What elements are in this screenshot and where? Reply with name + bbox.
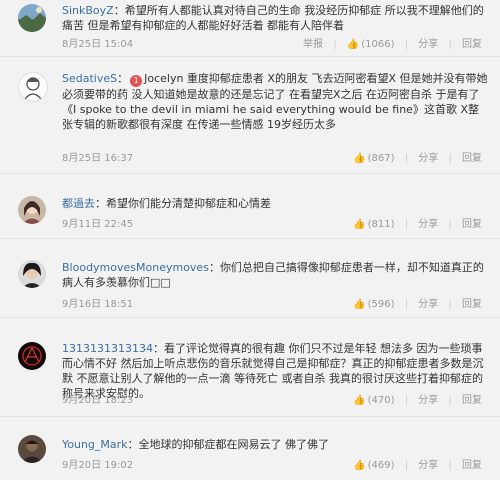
- username-link[interactable]: SinkBoyZ: [62, 4, 114, 17]
- comment-list: SinkBoyZ：希望所有人都能认真对待自己的生命 我没经历抑郁症 所以我不理解…: [0, 0, 500, 480]
- like-count: (470): [367, 395, 395, 406]
- colon: ：: [152, 342, 164, 355]
- thumbs-up-icon: 👍: [353, 460, 366, 471]
- username-link[interactable]: BloodymovesMoneymoves: [62, 261, 209, 274]
- comment-text: 1313131313134：看了评论觉得真的很有趣 你们只不过是年轻 想法多 因…: [62, 341, 488, 401]
- reply-button[interactable]: 回复: [462, 298, 482, 312]
- divider: |: [404, 39, 409, 50]
- comment-meta: 9月20日 19:02 👍 (469) | 分享 | 回复: [62, 459, 488, 473]
- like-button[interactable]: 👍 (1066): [347, 38, 395, 52]
- thumbs-up-icon: 👍: [353, 153, 366, 164]
- share-button[interactable]: 分享: [418, 459, 438, 473]
- divider: |: [448, 460, 452, 471]
- like-count: (469): [367, 460, 395, 471]
- username-link[interactable]: SedativeS: [62, 72, 117, 85]
- like-button[interactable]: 👍 (469): [353, 459, 394, 473]
- like-count: (811): [367, 219, 395, 230]
- avatar[interactable]: [18, 435, 46, 463]
- divider: |: [333, 39, 337, 50]
- like-count: (1066): [361, 39, 395, 50]
- colon: ：: [208, 261, 220, 274]
- comment-date: 9月20日 18:23: [62, 395, 134, 406]
- share-button[interactable]: 分享: [418, 38, 438, 52]
- avatar[interactable]: [18, 4, 46, 32]
- username-link[interactable]: Young_Mark: [62, 438, 128, 451]
- like-button[interactable]: 👍 (811): [353, 218, 394, 232]
- thumbs-up-icon: 👍: [353, 299, 366, 310]
- divider: |: [448, 219, 452, 230]
- avatar[interactable]: [18, 72, 48, 102]
- like-button[interactable]: 👍 (596): [353, 298, 394, 312]
- notification-badge: 1: [130, 75, 143, 87]
- comment-body: 希望所有人都能认真对待自己的生命 我没经历抑郁症 所以我不理解他们的痛苦 但是希…: [62, 4, 484, 32]
- comment-text: 都過去：希望你们能分清楚抑郁症和心情差: [62, 196, 488, 211]
- comment-meta: 8月25日 15:04 举报 | 👍 (1066) | 分享 | 回复: [62, 38, 488, 52]
- comment-meta: 9月16日 18:51 👍 (596) | 分享 | 回复: [62, 298, 488, 312]
- comment-item: SinkBoyZ：希望所有人都能认真对待自己的生命 我没经历抑郁症 所以我不理解…: [0, 0, 500, 57]
- avatar[interactable]: [18, 342, 46, 370]
- comment-meta: 9月20日 18:23 👍 (470) | 分享 | 回复: [62, 394, 488, 408]
- comment-date: 9月11日 22:45: [62, 219, 134, 230]
- comment-meta: 9月11日 22:45 👍 (811) | 分享 | 回复: [62, 218, 488, 232]
- reply-button[interactable]: 回复: [462, 459, 482, 473]
- comment-item: SedativeS： 1 Jocelyn 重度抑郁症患者 X的朋友 飞去迈阿密看望X…: [0, 56, 500, 174]
- like-button[interactable]: 👍 (867): [353, 152, 394, 166]
- share-button[interactable]: 分享: [418, 394, 438, 408]
- like-button[interactable]: 👍 (470): [353, 394, 394, 408]
- colon: ：: [113, 4, 125, 17]
- comment-date: 8月25日 15:04: [62, 39, 134, 50]
- comment-text: SinkBoyZ：希望所有人都能认真对待自己的生命 我没经历抑郁症 所以我不理解…: [62, 3, 488, 33]
- comment-body: 希望你们能分清楚抑郁症和心情差: [106, 197, 271, 210]
- avatar[interactable]: [18, 196, 46, 224]
- username-link[interactable]: 都過去: [62, 197, 95, 210]
- divider: |: [404, 395, 409, 406]
- reply-button[interactable]: 回复: [462, 152, 482, 166]
- comment-date: 8月25日 16:37: [62, 153, 134, 164]
- divider: |: [404, 299, 409, 310]
- comment-actions: 举报 | 👍 (1066) | 分享 | 回复: [303, 38, 482, 52]
- share-button[interactable]: 分享: [418, 298, 438, 312]
- share-button[interactable]: 分享: [418, 152, 438, 166]
- divider: |: [404, 219, 409, 230]
- comment-actions: 👍 (470) | 分享 | 回复: [353, 394, 482, 408]
- colon: ：: [127, 438, 139, 451]
- reply-button[interactable]: 回复: [462, 38, 482, 52]
- divider: |: [448, 39, 452, 50]
- username-link[interactable]: 1313131313134: [62, 342, 153, 355]
- comment-text: Young_Mark：全地球的抑郁症都在网易云了 佛了佛了: [62, 437, 488, 452]
- thumbs-up-icon: 👍: [353, 219, 366, 230]
- like-count: (596): [367, 299, 395, 310]
- avatar[interactable]: [18, 260, 46, 288]
- comment-date: 9月16日 18:51: [62, 299, 134, 310]
- comment-item: 都過去：希望你们能分清楚抑郁症和心情差 9月11日 22:45 👍 (811) |…: [0, 173, 500, 239]
- report-button[interactable]: 举报: [303, 38, 323, 52]
- divider: |: [448, 299, 452, 310]
- comment-item: 1313131313134：看了评论觉得真的很有趣 你们只不过是年轻 想法多 因…: [0, 317, 500, 417]
- divider: |: [448, 153, 452, 164]
- divider: |: [404, 460, 409, 471]
- divider: |: [448, 395, 452, 406]
- thumbs-up-icon: 👍: [346, 39, 360, 50]
- comment-item: BloodymovesMoneymoves：你们总把自己搞得像抑郁症患者一样，却…: [0, 238, 500, 318]
- reply-button[interactable]: 回复: [462, 218, 482, 232]
- comment-date: 9月20日 19:02: [62, 460, 134, 471]
- comment-text: BloodymovesMoneymoves：你们总把自己搞得像抑郁症患者一样，却…: [62, 260, 488, 290]
- comment-actions: 👍 (867) | 分享 | 回复: [353, 152, 482, 166]
- like-count: (867): [367, 153, 395, 164]
- colon: ：: [117, 72, 129, 85]
- comment-text: SedativeS： 1 Jocelyn 重度抑郁症患者 X的朋友 飞去迈阿密看望X…: [62, 71, 488, 132]
- colon: ：: [95, 197, 106, 210]
- comment-actions: 👍 (811) | 分享 | 回复: [353, 218, 482, 232]
- comment-actions: 👍 (596) | 分享 | 回复: [353, 298, 482, 312]
- thumbs-up-icon: 👍: [353, 395, 366, 406]
- comment-item: Young_Mark：全地球的抑郁症都在网易云了 佛了佛了 9月20日 19:0…: [0, 416, 500, 480]
- comment-body: 全地球的抑郁症都在网易云了 佛了佛了: [138, 438, 330, 451]
- share-button[interactable]: 分享: [418, 218, 438, 232]
- reply-button[interactable]: 回复: [462, 394, 482, 408]
- comment-actions: 👍 (469) | 分享 | 回复: [353, 459, 482, 473]
- divider: |: [404, 153, 409, 164]
- comment-meta: 8月25日 16:37 👍 (867) | 分享 | 回复: [62, 152, 488, 166]
